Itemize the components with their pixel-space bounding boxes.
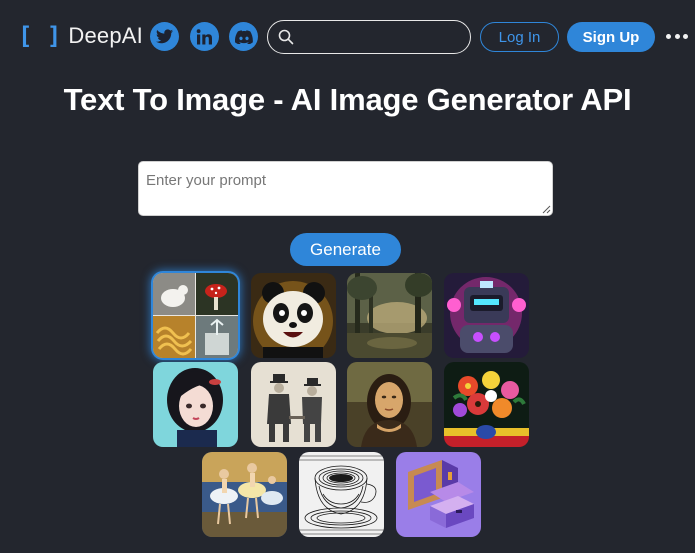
panda-image xyxy=(251,273,336,358)
generate-button[interactable]: Generate xyxy=(290,233,401,266)
logo-bracket-icon: [ ] xyxy=(18,22,62,50)
discord-link[interactable] xyxy=(229,22,258,51)
twitter-bird-icon xyxy=(156,29,173,44)
deepai-logo[interactable]: [ ] DeepAI xyxy=(18,23,143,49)
gallery-thumb-panda[interactable] xyxy=(251,273,336,358)
collage-image xyxy=(153,273,238,358)
flower-bouquet-image xyxy=(444,362,529,447)
search-input[interactable] xyxy=(300,25,462,49)
twitter-link[interactable] xyxy=(150,22,179,51)
search-box[interactable] xyxy=(267,20,471,54)
more-menu-icon[interactable] xyxy=(666,26,688,46)
gallery-thumb-ballet[interactable] xyxy=(202,452,287,537)
gallery-thumb-sketch[interactable] xyxy=(251,362,336,447)
retro-computer-image xyxy=(396,452,481,537)
forest-image xyxy=(347,273,432,358)
anime-girl-image xyxy=(153,362,238,447)
page: [ ] DeepAI Log In Sign Up Text To Image … xyxy=(0,0,695,553)
gallery-thumb-robot[interactable] xyxy=(444,273,529,358)
linkedin-link[interactable] xyxy=(190,22,219,51)
discord-logo-icon xyxy=(234,29,253,44)
gallery-thumb-retro-computer[interactable] xyxy=(396,452,481,537)
robot-image xyxy=(444,273,529,358)
page-title: Text To Image - AI Image Generator API xyxy=(63,82,632,117)
renaissance-portrait-image xyxy=(347,362,432,447)
search-icon xyxy=(278,29,294,45)
dot xyxy=(666,33,671,39)
gallery-thumb-collage[interactable] xyxy=(153,273,238,358)
prompt-input[interactable] xyxy=(138,161,553,216)
teacup-engraving-image xyxy=(299,452,384,537)
top-navbar: [ ] DeepAI Log In Sign Up xyxy=(0,0,695,74)
linkedin-in-icon xyxy=(196,28,212,44)
gallery-thumb-anime-girl[interactable] xyxy=(153,362,238,447)
gallery-thumb-forest[interactable] xyxy=(347,273,432,358)
signup-button[interactable]: Sign Up xyxy=(567,22,655,52)
gallery-thumb-flowers[interactable] xyxy=(444,362,529,447)
sketch-image xyxy=(251,362,336,447)
login-button[interactable]: Log In xyxy=(480,22,559,52)
dot xyxy=(683,33,688,39)
logo-text: DeepAI xyxy=(68,23,143,48)
dot xyxy=(674,33,680,39)
ballet-dancers-image xyxy=(202,452,287,537)
gallery-thumb-teacup[interactable] xyxy=(299,452,384,537)
gallery-thumb-renaissance[interactable] xyxy=(347,362,432,447)
